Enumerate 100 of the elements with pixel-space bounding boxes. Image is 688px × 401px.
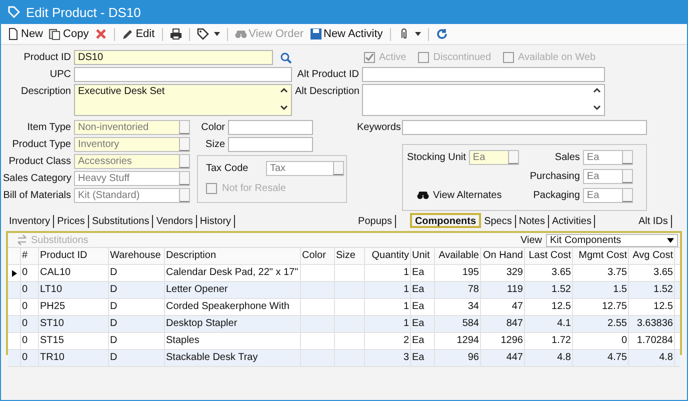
lookup-field[interactable]: Tax [266, 161, 344, 176]
input-field[interactable]: DS10 [74, 50, 274, 65]
table-cell: CAL10 [39, 265, 109, 281]
column-header[interactable]: Mgmt Cost [573, 248, 629, 264]
column-header[interactable]: Warehouse [109, 248, 165, 264]
refresh-icon [436, 28, 448, 40]
tab[interactable]: Activities [548, 215, 596, 228]
table-cell: 0 [21, 316, 39, 332]
dropdown-button[interactable] [179, 155, 189, 168]
dropdown-button[interactable] [179, 172, 189, 185]
table-cell: 447 [481, 350, 525, 366]
table-cell: 3.65 [629, 265, 675, 281]
dropdown-button[interactable] [622, 151, 632, 164]
table-cell: Ea [411, 265, 435, 281]
table-cell: Desktop Stapler [165, 316, 301, 332]
toolbar-dropdown[interactable] [194, 26, 222, 42]
table-cell: D [109, 265, 165, 281]
column-header[interactable]: Quantity [365, 248, 411, 264]
dropdown-button[interactable] [622, 189, 632, 202]
search-icon[interactable] [280, 52, 292, 64]
table-cell: 4.1 [525, 316, 573, 332]
lookup-field[interactable]: Heavy Stuff [74, 171, 190, 186]
view-alternates-button[interactable]: View Alternates [407, 189, 519, 205]
lookup-field[interactable]: Kit (Standard) [74, 188, 190, 203]
table-cell: Ea [411, 350, 435, 366]
input-field[interactable] [402, 120, 647, 135]
lookup-field[interactable]: Ea [582, 169, 633, 184]
lookup-field[interactable]: Inventory [74, 137, 190, 152]
column-header[interactable]: Description [165, 248, 301, 264]
dropdown-button[interactable] [179, 138, 189, 151]
lookup-field[interactable]: Accessories [74, 154, 190, 169]
column-header[interactable]: Color [301, 248, 335, 264]
tab[interactable]: Popups [355, 215, 396, 228]
view-dropdown[interactable]: Kit Components [546, 234, 678, 246]
toolbar-button[interactable]: New Activity [308, 26, 385, 42]
dropdown-button[interactable] [179, 189, 189, 202]
table-cell: 584 [435, 316, 481, 332]
table-cell: D [109, 282, 165, 298]
dropdown-button[interactable] [333, 162, 343, 175]
column-header[interactable]: Available [435, 248, 481, 264]
table-cell: Ea [411, 299, 435, 315]
table-cell: 1294 [435, 333, 481, 349]
toolbar-button[interactable]: Edit [120, 26, 157, 42]
text-area[interactable]: Executive Desk Set [74, 84, 292, 116]
text-area[interactable] [362, 84, 605, 116]
field-label: Item Type [26, 122, 71, 133]
tab[interactable]: Notes [516, 215, 549, 228]
column-header[interactable]: Size [335, 248, 365, 264]
lookup-field[interactable]: Ea [468, 150, 519, 165]
table-cell: Corded Speakerphone With [165, 299, 301, 315]
lookup-field[interactable]: Non-inventoried [74, 120, 190, 135]
tab[interactable]: History [196, 215, 236, 228]
toolbar-button[interactable]: New [5, 26, 46, 42]
tab[interactable]: Components [410, 213, 482, 228]
table-cell: 119 [481, 282, 525, 298]
tab[interactable]: Alt IDs [635, 215, 672, 228]
table-cell: Ea [411, 316, 435, 332]
tab[interactable]: Inventory [6, 215, 54, 228]
tag-icon [196, 28, 209, 40]
table-cell: 47 [481, 299, 525, 315]
table-cell: 3.75 [573, 265, 629, 281]
table-cell: 0 [573, 333, 629, 349]
current-row-icon [12, 270, 16, 276]
table-cell: 78 [435, 282, 481, 298]
printer-icon [170, 28, 182, 40]
dropdown-button[interactable] [508, 151, 518, 164]
column-header[interactable]: Last Cost [525, 248, 573, 264]
column-header[interactable]: Unit [411, 248, 435, 264]
binoculars-icon [234, 28, 247, 40]
field-label: Purchasing [528, 171, 580, 182]
dropdown-button[interactable] [622, 170, 632, 183]
toolbar-button[interactable]: Copy [47, 26, 91, 42]
input-field[interactable] [362, 67, 605, 82]
table-cell: 0 [21, 299, 39, 315]
field-label: Alt Product ID [296, 69, 359, 80]
table-cell: 1296 [481, 333, 525, 349]
field-label: Packaging [532, 190, 580, 201]
field-label: Keywords [357, 122, 399, 133]
column-header[interactable]: # [21, 248, 39, 264]
lookup-field[interactable]: Ea [582, 188, 633, 203]
input-field[interactable] [228, 120, 313, 135]
tab[interactable]: Prices [54, 215, 89, 228]
checkbox-label: Available on Web [518, 52, 596, 63]
toolbar-button[interactable] [168, 26, 184, 42]
field-label: Product ID [22, 52, 71, 63]
column-header[interactable]: Product ID [39, 248, 109, 264]
input-field[interactable] [74, 67, 292, 82]
checkbox-label: Not for Resale [222, 183, 286, 194]
lookup-field[interactable]: Ea [582, 150, 633, 165]
table-cell: 3.63836 [629, 316, 675, 332]
column-header[interactable]: On Hand [481, 248, 525, 264]
copy-icon [49, 28, 62, 40]
tab[interactable]: Substitutions [88, 215, 154, 228]
column-header[interactable]: Avg Cost [629, 248, 675, 264]
table-cell: 1 [365, 299, 411, 315]
tab[interactable]: Vendors [153, 215, 197, 228]
table-cell: 1 [365, 282, 411, 298]
tab[interactable]: Specs [481, 215, 516, 228]
dropdown-button[interactable] [179, 121, 189, 134]
input-field[interactable] [228, 137, 313, 152]
